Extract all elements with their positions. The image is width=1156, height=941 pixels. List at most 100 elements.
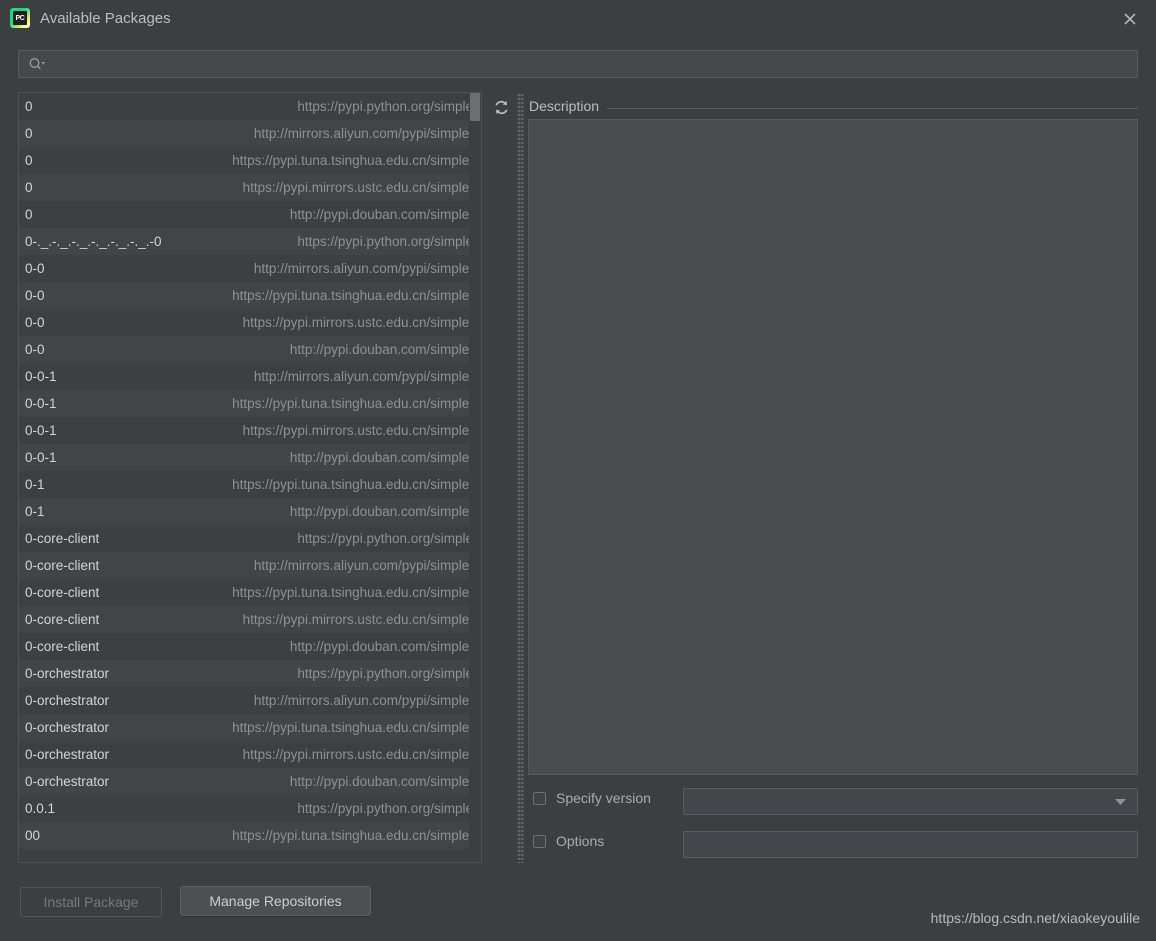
package-row[interactable]: 0 https://pypi.mirrors.ustc.edu.cn/simple…	[19, 174, 481, 201]
package-repository: https://pypi.tuna.tsinghua.edu.cn/simple…	[232, 288, 473, 303]
dialog-title: Available Packages	[40, 10, 171, 27]
package-row[interactable]: 0-0-1 http://pypi.douban.com/simple/	[19, 444, 481, 471]
install-package-button[interactable]: Install Package	[20, 887, 162, 917]
package-name: 0.0.1	[25, 801, 56, 816]
package-row[interactable]: 0-orchestrator http://mirrors.aliyun.com/…	[19, 687, 481, 714]
dialog-title-bar: PC Available Packages	[0, 0, 1156, 38]
package-row[interactable]: 0-core-client http://pypi.douban.com/simp…	[19, 633, 481, 660]
package-row[interactable]: 0-core-client https://pypi.python.org/sim…	[19, 525, 481, 552]
package-row[interactable]: 0 http://pypi.douban.com/simple/	[19, 201, 481, 228]
package-name: 0-0	[25, 315, 45, 330]
package-name: 0-0	[25, 342, 45, 357]
close-icon[interactable]	[1118, 7, 1142, 31]
package-row[interactable]: 0-0 https://pypi.mirrors.ustc.edu.cn/simp…	[19, 309, 481, 336]
triangle-down-icon[interactable]	[1114, 793, 1127, 811]
package-row[interactable]: 0-orchestrator https://pypi.python.org/si…	[19, 660, 481, 687]
package-repository: http://pypi.douban.com/simple/	[289, 504, 473, 519]
package-name: 0-._.-._.-._.-._.-._.-._.-0	[25, 234, 162, 249]
package-name: 0-orchestrator	[25, 693, 110, 708]
panel-splitter[interactable]	[517, 93, 524, 863]
package-repository: https://pypi.tuna.tsinghua.edu.cn/simple…	[232, 720, 473, 735]
package-row[interactable]: 0 https://pypi.tuna.tsinghua.edu.cn/simpl…	[19, 147, 481, 174]
package-row[interactable]: 0-core-client http://mirrors.aliyun.com/p…	[19, 552, 481, 579]
manage-repositories-button[interactable]: Manage Repositories	[180, 886, 371, 916]
package-row[interactable]: 0-0 http://mirrors.aliyun.com/pypi/simple…	[19, 255, 481, 282]
watermark-text: https://blog.csdn.net/xiaokeyoulile	[930, 910, 1140, 926]
package-repository: http://pypi.douban.com/simple/	[289, 774, 473, 789]
options-input[interactable]	[683, 831, 1138, 858]
options-label: Options	[556, 833, 605, 849]
package-name: 0-0	[25, 261, 45, 276]
package-repository: http://mirrors.aliyun.com/pypi/simple/	[253, 126, 473, 141]
description-content	[528, 119, 1138, 775]
package-name: 0-orchestrator	[25, 720, 110, 735]
package-repository: http://pypi.douban.com/simple/	[289, 450, 473, 465]
package-repository: https://pypi.python.org/simple	[297, 99, 473, 114]
package-row[interactable]: 0-0 https://pypi.tuna.tsinghua.edu.cn/sim…	[19, 282, 481, 309]
package-repository: https://pypi.python.org/simple	[297, 801, 473, 816]
package-repository: https://pypi.tuna.tsinghua.edu.cn/simple…	[232, 585, 473, 600]
package-row[interactable]: 0-0-1 https://pypi.tuna.tsinghua.edu.cn/s…	[19, 390, 481, 417]
package-name: 0-orchestrator	[25, 747, 110, 762]
package-row[interactable]: 0.0.1 https://pypi.python.org/simple	[19, 795, 481, 822]
scrollbar-thumb[interactable]	[470, 93, 480, 121]
package-name: 0	[25, 207, 33, 222]
options-checkbox[interactable]	[533, 834, 546, 848]
package-row[interactable]: 0-orchestrator https://pypi.mirrors.ustc.…	[19, 741, 481, 768]
package-repository: https://pypi.tuna.tsinghua.edu.cn/simple…	[232, 477, 473, 492]
package-name: 0-core-client	[25, 531, 100, 546]
package-rows-container: 0 https://pypi.python.org/simple 0 http://m…	[19, 93, 481, 849]
package-repository: http://pypi.douban.com/simple/	[289, 639, 473, 654]
package-row[interactable]: 0 https://pypi.python.org/simple	[19, 93, 481, 120]
package-name: 0-core-client	[25, 585, 100, 600]
package-name: 0	[25, 180, 33, 195]
package-row[interactable]: 0-core-client https://pypi.mirrors.ustc.e…	[19, 606, 481, 633]
package-name: 00	[25, 828, 41, 843]
available-packages-list[interactable]: 0 https://pypi.python.org/simple 0 http://m…	[18, 92, 482, 863]
version-select[interactable]	[683, 788, 1138, 815]
package-repository: https://pypi.mirrors.ustc.edu.cn/simple/	[242, 423, 473, 438]
package-name: 0-core-client	[25, 639, 100, 654]
package-list-scrollbar[interactable]	[469, 93, 481, 862]
package-name: 0-orchestrator	[25, 774, 110, 789]
package-name: 0-1	[25, 477, 45, 492]
package-repository: https://pypi.mirrors.ustc.edu.cn/simple/	[242, 315, 473, 330]
search-bar[interactable]	[18, 50, 1138, 78]
package-row[interactable]: 0-core-client https://pypi.tuna.tsinghua.…	[19, 579, 481, 606]
package-name: 0-1	[25, 504, 45, 519]
package-row[interactable]: 0-orchestrator https://pypi.tuna.tsinghua…	[19, 714, 481, 741]
package-row[interactable]: 0-1 http://pypi.douban.com/simple/	[19, 498, 481, 525]
package-row[interactable]: 0-._.-._.-._.-._.-._.-._.-0 https://pypi.…	[19, 228, 481, 255]
package-name: 0-0-1	[25, 369, 57, 384]
specify-version-checkbox[interactable]	[533, 791, 546, 805]
package-row[interactable]: 00 https://pypi.tuna.tsinghua.edu.cn/simp…	[19, 822, 481, 849]
package-repository: https://pypi.tuna.tsinghua.edu.cn/simple…	[232, 396, 473, 411]
package-name: 0-0-1	[25, 450, 57, 465]
package-repository: https://pypi.python.org/simple	[297, 531, 473, 546]
package-repository: https://pypi.python.org/simple	[297, 234, 473, 249]
package-repository: https://pypi.mirrors.ustc.edu.cn/simple/	[242, 180, 473, 195]
package-row[interactable]: 0-orchestrator http://pypi.douban.com/sim…	[19, 768, 481, 795]
package-repository: https://pypi.python.org/simple	[297, 666, 473, 681]
package-repository: http://mirrors.aliyun.com/pypi/simple/	[253, 369, 473, 384]
package-row[interactable]: 0-0-1 http://mirrors.aliyun.com/pypi/simp…	[19, 363, 481, 390]
package-row[interactable]: 0 http://mirrors.aliyun.com/pypi/simple/	[19, 120, 481, 147]
package-name: 0	[25, 99, 33, 114]
package-row[interactable]: 0-0-1 https://pypi.mirrors.ustc.edu.cn/si…	[19, 417, 481, 444]
package-row[interactable]: 0-0 http://pypi.douban.com/simple/	[19, 336, 481, 363]
package-name: 0-0-1	[25, 423, 57, 438]
search-input[interactable]	[46, 51, 1137, 77]
package-repository: http://mirrors.aliyun.com/pypi/simple/	[253, 261, 473, 276]
package-repository: https://pypi.tuna.tsinghua.edu.cn/simple…	[232, 153, 473, 168]
search-icon[interactable]	[28, 57, 46, 71]
specify-version-label: Specify version	[556, 790, 651, 806]
package-repository: http://pypi.douban.com/simple/	[289, 342, 473, 357]
package-repository: http://mirrors.aliyun.com/pypi/simple/	[253, 693, 473, 708]
available-packages-dialog: PC Available Packages 0 https://pypi.pyth…	[0, 0, 1156, 941]
description-separator	[529, 108, 1138, 109]
package-row[interactable]: 0-1 https://pypi.tuna.tsinghua.edu.cn/sim…	[19, 471, 481, 498]
refresh-icon[interactable]	[489, 95, 513, 119]
options-row: Options	[533, 833, 604, 849]
specify-version-row: Specify version	[533, 790, 651, 806]
description-label: Description	[529, 98, 608, 114]
